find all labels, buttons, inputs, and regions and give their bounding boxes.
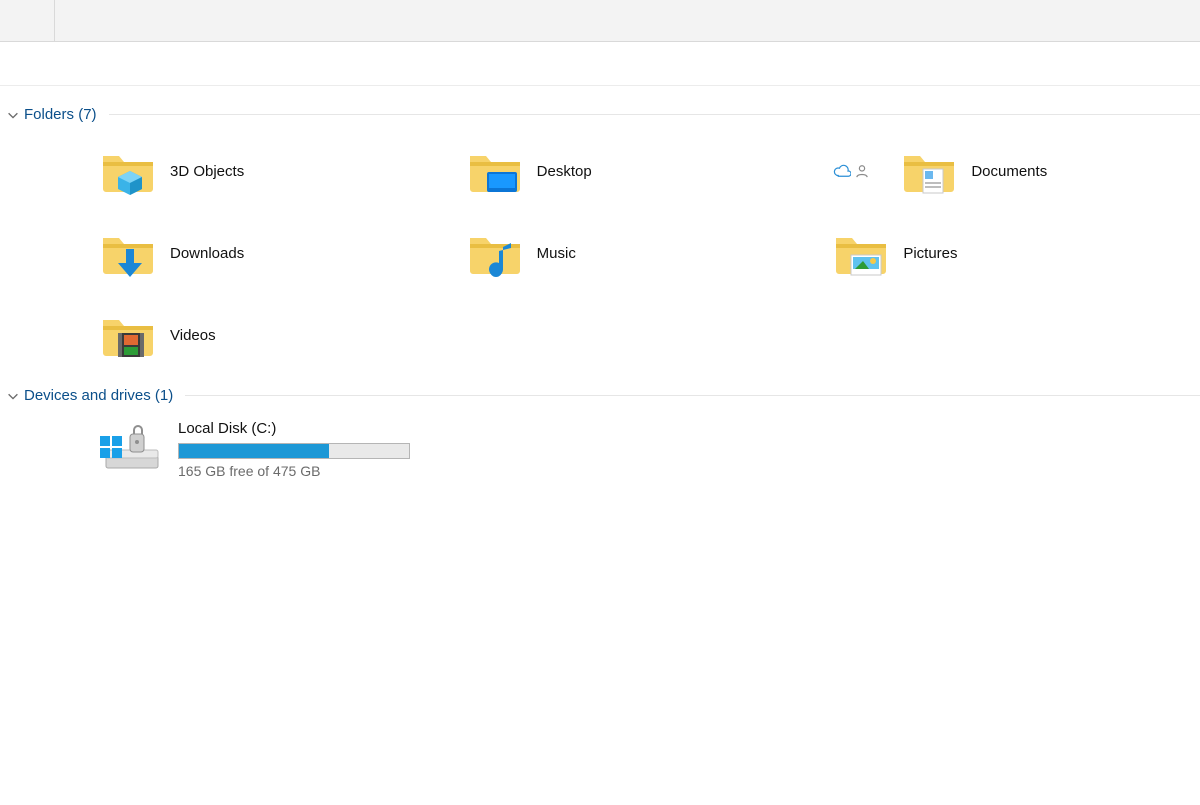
- person-icon: [855, 164, 869, 178]
- folder-icon-3d-objects: [100, 147, 156, 195]
- group-header-folders[interactable]: Folders (7): [0, 100, 1200, 129]
- chevron-down-icon: [6, 389, 20, 403]
- drive-icon: [100, 420, 164, 472]
- folder-label: Downloads: [170, 245, 244, 262]
- group-header-drives[interactable]: Devices and drives (1): [0, 381, 1200, 410]
- folder-label: Videos: [170, 327, 216, 344]
- folder-3d-objects[interactable]: 3D Objects: [100, 143, 467, 199]
- chevron-down-icon: [6, 108, 20, 122]
- folder-videos[interactable]: Videos: [100, 307, 467, 363]
- folder-icon-downloads: [100, 229, 156, 277]
- toolbar-gap: [0, 42, 1200, 86]
- folder-downloads[interactable]: Downloads: [100, 225, 467, 281]
- folder-icon-desktop: [467, 147, 523, 195]
- group-header-drives-title: Devices and drives: [24, 387, 151, 404]
- folder-documents[interactable]: Documents: [833, 143, 1200, 199]
- folder-icon-documents: [901, 147, 957, 195]
- drive-capacity-fill: [179, 444, 329, 458]
- folder-label: Pictures: [903, 245, 957, 262]
- folder-label: Documents: [971, 163, 1047, 180]
- group-rule: [109, 114, 1200, 115]
- group-header-folders-title: Folders: [24, 106, 74, 123]
- group-header-folders-count: (7): [74, 106, 97, 123]
- folder-icon-music: [467, 229, 523, 277]
- folder-music[interactable]: Music: [467, 225, 834, 281]
- folder-icon-videos: [100, 311, 156, 359]
- folder-pictures[interactable]: Pictures: [833, 225, 1200, 281]
- drive-text: Local Disk (C:) 165 GB free of 475 GB: [178, 420, 410, 479]
- folder-label: Desktop: [537, 163, 592, 180]
- group-header-drives-count: (1): [151, 387, 174, 404]
- folder-icon-pictures: [833, 229, 889, 277]
- folder-label: Music: [537, 245, 576, 262]
- folder-label: 3D Objects: [170, 163, 244, 180]
- this-pc-content: Folders (7) 3D Objects: [0, 86, 1200, 479]
- documents-sync-badges: [833, 164, 869, 178]
- group-rule: [185, 395, 1200, 396]
- folders-grid: 3D Objects Desktop: [0, 129, 1200, 381]
- folder-desktop[interactable]: Desktop: [467, 143, 834, 199]
- drive-capacity-bar: [178, 443, 410, 459]
- drive-name: Local Disk (C:): [178, 420, 410, 437]
- cloud-icon: [833, 164, 851, 178]
- drive-local-disk-c[interactable]: Local Disk (C:) 165 GB free of 475 GB: [0, 410, 1200, 479]
- ribbon-bar: [0, 0, 1200, 42]
- drive-capacity-text: 165 GB free of 475 GB: [178, 463, 410, 479]
